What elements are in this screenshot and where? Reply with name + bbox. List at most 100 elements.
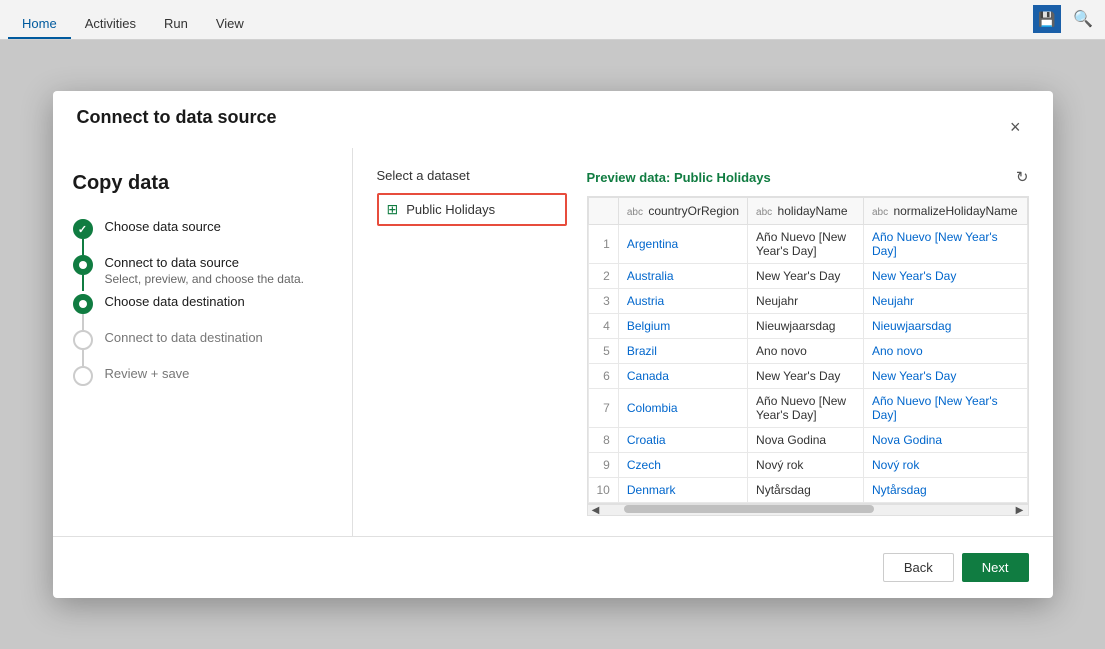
step-2-sublabel: Select, preview, and choose the data. [105, 272, 304, 286]
dataset-label: Public Holidays [406, 202, 495, 217]
cell-normalized: Nový rok [863, 453, 1027, 478]
scroll-right-arrow[interactable]: ▶ [1012, 505, 1028, 516]
step-2-connector [73, 255, 93, 291]
step-1-circle: ✓ [73, 219, 93, 239]
cell-normalized: New Year's Day [863, 264, 1027, 289]
cell-row-num: 1 [588, 225, 618, 264]
table-row: 2 Australia New Year's Day New Year's Da… [588, 264, 1027, 289]
cell-country: Colombia [618, 389, 747, 428]
table-row: 9 Czech Nový rok Nový rok [588, 453, 1027, 478]
dataset-panel: Select a dataset ⊞ Public Holidays [377, 168, 567, 516]
cell-country: Canada [618, 364, 747, 389]
cell-holiday: Nova Godina [748, 428, 864, 453]
cell-normalized: Año Nuevo [New Year's Day] [863, 389, 1027, 428]
cell-row-num: 2 [588, 264, 618, 289]
cell-row-num: 4 [588, 314, 618, 339]
col-type-country: abc [627, 207, 643, 218]
horizontal-scrollbar[interactable]: ◀ ▶ [587, 504, 1029, 516]
sidebar-title: Copy data [73, 172, 332, 195]
step-4-connector [73, 330, 93, 366]
table-row: 10 Denmark Nytårsdag Nytårsdag [588, 478, 1027, 503]
dataset-item-public-holidays[interactable]: ⊞ Public Holidays [377, 193, 567, 226]
tab-view[interactable]: View [202, 10, 258, 39]
data-table-container[interactable]: abc countryOrRegion abc holidayName [587, 196, 1029, 504]
cell-row-num: 8 [588, 428, 618, 453]
cell-country: Czech [618, 453, 747, 478]
cell-normalized: Año Nuevo [New Year's Day] [863, 225, 1027, 264]
step-4-circle [73, 330, 93, 350]
table-header-row: abc countryOrRegion abc holidayName [588, 198, 1027, 225]
table-row: 7 Colombia Año Nuevo [New Year's Day] Añ… [588, 389, 1027, 428]
modal-footer: Back Next [53, 536, 1053, 598]
table-row: 8 Croatia Nova Godina Nova Godina [588, 428, 1027, 453]
preview-header: Preview data: Public Holidays ↻ [587, 168, 1029, 186]
step-review-save: Review + save [73, 366, 332, 402]
cell-normalized: New Year's Day [863, 364, 1027, 389]
save-button[interactable]: 💾 [1033, 5, 1061, 33]
cell-row-num: 10 [588, 478, 618, 503]
cell-normalized: Neujahr [863, 289, 1027, 314]
cell-country: Argentina [618, 225, 747, 264]
cell-holiday: Año Nuevo [New Year's Day] [748, 225, 864, 264]
tab-run[interactable]: Run [150, 10, 202, 39]
table-body: 1 Argentina Año Nuevo [New Year's Day] A… [588, 225, 1027, 503]
cell-row-num: 7 [588, 389, 618, 428]
preview-title-dataset: Public Holidays [674, 170, 771, 185]
step-3-circle [73, 294, 93, 314]
preview-title: Preview data: Public Holidays [587, 170, 771, 185]
col-type-holiday: abc [756, 207, 772, 218]
step-1-label: Choose data source [105, 219, 221, 234]
step-3-text: Choose data destination [105, 294, 245, 317]
modal-overlay: Connect to data source × Copy data ✓ [0, 40, 1105, 649]
scroll-left-arrow[interactable]: ◀ [588, 505, 604, 516]
table-row: 3 Austria Neujahr Neujahr [588, 289, 1027, 314]
col-label-country: countryOrRegion [648, 204, 739, 218]
step-2-line [82, 275, 84, 291]
step-2-label: Connect to data source [105, 255, 304, 270]
cell-row-num: 3 [588, 289, 618, 314]
step-4-line [82, 350, 84, 366]
step-5-text: Review + save [105, 366, 190, 389]
main-background: Connect to data source × Copy data ✓ [0, 40, 1105, 649]
back-button[interactable]: Back [883, 553, 954, 582]
tab-activities[interactable]: Activities [71, 10, 150, 39]
cell-row-num: 9 [588, 453, 618, 478]
check-icon-1: ✓ [78, 223, 87, 236]
step-1-line [82, 239, 84, 255]
step-5-label: Review + save [105, 366, 190, 381]
table-row: 6 Canada New Year's Day New Year's Day [588, 364, 1027, 389]
cell-holiday: New Year's Day [748, 364, 864, 389]
data-table: abc countryOrRegion abc holidayName [588, 197, 1028, 503]
preview-panel: Preview data: Public Holidays ↻ [587, 168, 1029, 516]
step-5-circle [73, 366, 93, 386]
col-label-holiday: holidayName [778, 204, 848, 218]
tab-home[interactable]: Home [8, 10, 71, 39]
cell-country: Australia [618, 264, 747, 289]
cell-country: Croatia [618, 428, 747, 453]
sidebar: Copy data ✓ Choose data source [53, 148, 353, 536]
cell-country: Denmark [618, 478, 747, 503]
table-row: 5 Brazil Ano novo Ano novo [588, 339, 1027, 364]
table-row: 4 Belgium Nieuwjaarsdag Nieuwjaarsdag [588, 314, 1027, 339]
step-connect-destination: Connect to data destination [73, 330, 332, 366]
cell-row-num: 5 [588, 339, 618, 364]
cell-normalized: Nova Godina [863, 428, 1027, 453]
table-row: 1 Argentina Año Nuevo [New Year's Day] A… [588, 225, 1027, 264]
close-button[interactable]: × [1002, 113, 1029, 142]
step-1-text: Choose data source [105, 219, 221, 242]
step-1-connector: ✓ [73, 219, 93, 255]
refresh-button[interactable]: ↻ [1016, 168, 1029, 186]
cell-country: Austria [618, 289, 747, 314]
th-holiday: abc holidayName [748, 198, 864, 225]
table-icon: ⊞ [387, 201, 399, 218]
preview-title-prefix: Preview data: [587, 170, 674, 185]
scrollbar-thumb[interactable] [624, 505, 874, 513]
col-label-normalized: normalizeHolidayName [893, 204, 1017, 218]
step-2-text: Connect to data source Select, preview, … [105, 255, 304, 294]
search-button[interactable]: 🔍 [1069, 5, 1097, 33]
cell-holiday: Ano novo [748, 339, 864, 364]
next-button[interactable]: Next [962, 553, 1029, 582]
cell-holiday: New Year's Day [748, 264, 864, 289]
dataset-panel-title: Select a dataset [377, 168, 567, 183]
step-3-label: Choose data destination [105, 294, 245, 309]
